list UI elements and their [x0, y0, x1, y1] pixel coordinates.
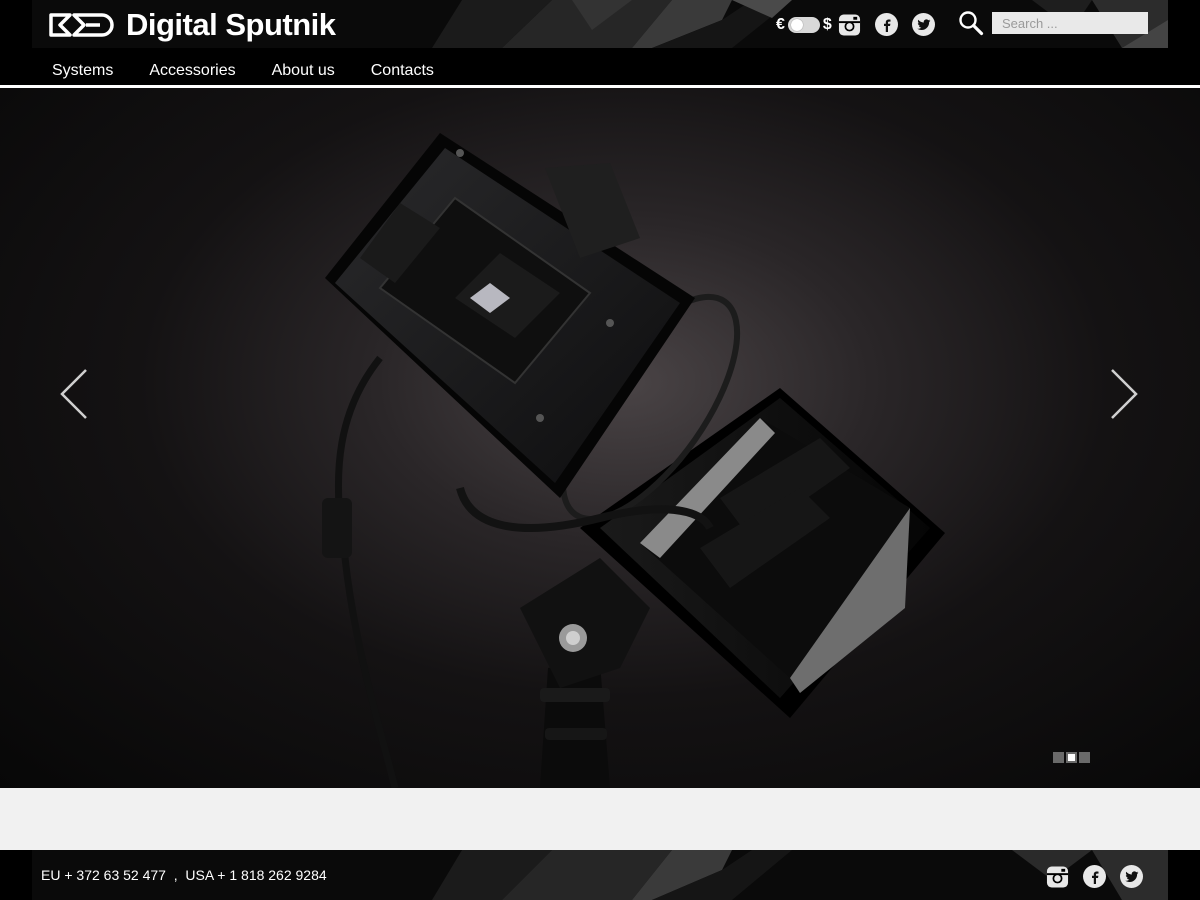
currency-toggle[interactable]: [787, 17, 820, 33]
slider-dot-3[interactable]: [1079, 752, 1090, 763]
slider-pagination: [1053, 752, 1090, 763]
site-footer: EU + 372 63 52 477 , USA + 1 818 262 928…: [0, 850, 1200, 900]
footer-social-links: [1046, 865, 1143, 888]
ds-logo-icon: [49, 13, 114, 37]
slider-dot-2[interactable]: [1066, 752, 1077, 763]
search-input[interactable]: [992, 12, 1148, 34]
search-icon[interactable]: [958, 10, 984, 36]
content-band: [0, 788, 1200, 850]
instagram-icon[interactable]: [838, 13, 861, 36]
main-navigation: Systems Accessories About us Contacts: [52, 60, 434, 82]
facebook-icon[interactable]: [1083, 865, 1106, 888]
site-header: Digital Sputnik € $ Systems Accesso: [0, 0, 1200, 88]
currency-switch[interactable]: € $: [776, 14, 832, 36]
twitter-icon[interactable]: [912, 13, 935, 36]
toggle-knob: [790, 19, 803, 31]
facebook-icon[interactable]: [875, 13, 898, 36]
nav-item-contacts[interactable]: Contacts: [371, 60, 434, 82]
nav-item-accessories[interactable]: Accessories: [149, 60, 235, 82]
nav-item-systems[interactable]: Systems: [52, 60, 113, 82]
brand-name: Digital Sputnik: [126, 7, 336, 42]
hero-product-image: [322, 133, 945, 788]
hero-slider: [0, 88, 1200, 788]
chevron-left-icon[interactable]: [56, 366, 92, 422]
footer-contacts: EU + 372 63 52 477 , USA + 1 818 262 928…: [41, 867, 327, 883]
currency-euro-label: €: [776, 16, 785, 33]
slider-dot-1[interactable]: [1053, 752, 1064, 763]
site-logo[interactable]: Digital Sputnik: [48, 8, 336, 42]
nav-item-about-us[interactable]: About us: [272, 60, 335, 82]
header-social-links: [838, 13, 935, 36]
currency-dollar-label: $: [822, 16, 832, 33]
twitter-icon[interactable]: [1120, 865, 1143, 888]
instagram-icon[interactable]: [1046, 865, 1069, 888]
chevron-right-icon[interactable]: [1106, 366, 1142, 422]
